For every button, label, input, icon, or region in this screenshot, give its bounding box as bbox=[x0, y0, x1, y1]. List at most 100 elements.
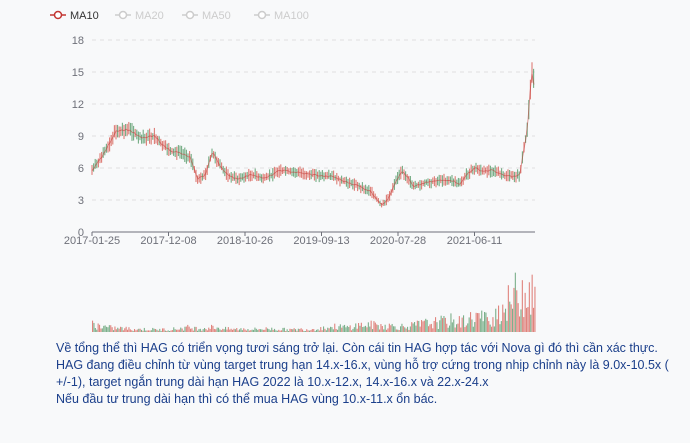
volume-bar bbox=[169, 331, 171, 332]
volume-bar bbox=[416, 320, 418, 332]
y-tick-label: 18 bbox=[72, 35, 84, 47]
volume-bar bbox=[176, 329, 178, 332]
volume-bar bbox=[520, 309, 522, 332]
volume-bar bbox=[366, 327, 368, 332]
volume-bar bbox=[162, 328, 164, 332]
volume-bar bbox=[526, 307, 528, 332]
volume-bar bbox=[198, 329, 200, 332]
volume-bar bbox=[419, 326, 421, 332]
legend-label: MA100 bbox=[274, 10, 309, 22]
volume-bar bbox=[155, 328, 157, 332]
volume-bar bbox=[353, 327, 355, 332]
volume-bar bbox=[323, 326, 325, 332]
volume-bar bbox=[432, 328, 434, 332]
volume-bar bbox=[477, 313, 479, 332]
volume-bar bbox=[192, 330, 194, 332]
volume-bar bbox=[383, 329, 385, 332]
volume-bar bbox=[376, 324, 378, 332]
volume-bar bbox=[495, 308, 497, 332]
volume-bar bbox=[300, 328, 302, 332]
volume-bar bbox=[345, 327, 347, 332]
volume-bar bbox=[386, 329, 388, 332]
stock-chart: MA10 MA20 MA50 MA100 0369121518 2017-01-25 2… bbox=[50, 10, 536, 332]
x-axis-ticks: 2017-01-25 2017-12-08 2018-10-26 2019-09-13… bbox=[64, 232, 502, 247]
y-tick-label: 12 bbox=[72, 99, 84, 111]
volume-bar bbox=[335, 328, 337, 332]
volume-bar bbox=[255, 328, 257, 332]
volume-bar bbox=[523, 317, 525, 332]
volume-bar bbox=[496, 319, 498, 332]
volume-bar bbox=[117, 327, 119, 332]
volume-bar bbox=[115, 329, 117, 332]
legend-item-ma50[interactable]: MA50 bbox=[182, 10, 231, 22]
legend-label: MA20 bbox=[135, 10, 164, 22]
volume-bar bbox=[342, 325, 344, 332]
volume-bar bbox=[374, 322, 376, 332]
volume-bar bbox=[474, 322, 476, 332]
volume-bar bbox=[278, 329, 280, 332]
volume-bar bbox=[93, 322, 95, 332]
volume-bar bbox=[178, 329, 180, 332]
volume-bar bbox=[407, 326, 409, 332]
volume-bar bbox=[530, 314, 532, 332]
volume-bar bbox=[519, 316, 521, 332]
volume-bar bbox=[470, 312, 472, 332]
volume-bar bbox=[108, 325, 110, 332]
volume-bar bbox=[303, 331, 305, 332]
legend-item-ma10[interactable]: MA10 bbox=[50, 10, 99, 22]
volume-bar bbox=[327, 327, 329, 332]
volume-bar bbox=[268, 329, 270, 332]
volume-bar bbox=[170, 330, 172, 332]
volume-bar bbox=[267, 328, 269, 332]
volume-bar bbox=[292, 329, 294, 332]
volume-bar bbox=[285, 331, 287, 332]
volume-bar bbox=[397, 329, 399, 332]
volume-bar bbox=[330, 326, 332, 332]
volume-bar bbox=[220, 330, 222, 332]
volume-bar bbox=[534, 286, 536, 332]
volume-bar bbox=[381, 326, 383, 332]
volume-bar bbox=[450, 313, 452, 332]
legend-item-ma20[interactable]: MA20 bbox=[115, 10, 164, 22]
volume-bar bbox=[233, 328, 235, 332]
volume-bar bbox=[524, 292, 526, 332]
volume-bar bbox=[248, 330, 250, 332]
volume-bars bbox=[92, 272, 536, 332]
volume-bar bbox=[390, 325, 392, 332]
volume-bar bbox=[423, 320, 425, 332]
volume-bar bbox=[110, 325, 112, 332]
volume-bar bbox=[199, 328, 201, 332]
volume-bar bbox=[260, 329, 262, 332]
volume-bar bbox=[365, 325, 367, 332]
legend-label: MA10 bbox=[70, 10, 99, 22]
volume-bar bbox=[226, 329, 228, 332]
legend-label: MA50 bbox=[202, 10, 231, 22]
volume-bar bbox=[153, 328, 155, 332]
legend-marker-icon bbox=[257, 10, 267, 20]
volume-bar bbox=[204, 327, 206, 332]
volume-bar bbox=[360, 322, 362, 332]
volume-bar bbox=[479, 318, 481, 332]
volume-bar bbox=[377, 325, 379, 332]
volume-bar bbox=[426, 319, 428, 332]
volume-bar bbox=[237, 330, 239, 332]
volume-bar bbox=[272, 329, 274, 332]
volume-bar bbox=[458, 316, 460, 332]
volume-bar bbox=[408, 329, 410, 332]
volume-bar bbox=[257, 329, 259, 332]
legend-item-ma100[interactable]: MA100 bbox=[254, 10, 309, 22]
caption-line-1: Về tổng thể thì HAG có triển vọng tươi s… bbox=[56, 341, 658, 355]
volume-bar bbox=[478, 313, 480, 332]
volume-bar bbox=[437, 328, 439, 332]
volume-bar bbox=[201, 330, 203, 332]
volume-bar bbox=[114, 326, 116, 332]
volume-bar bbox=[128, 327, 130, 332]
y-tick-label: 6 bbox=[78, 163, 84, 175]
x-tick-label: 2018-10-26 bbox=[217, 235, 273, 247]
x-tick-label: 2021-06-11 bbox=[447, 235, 502, 247]
volume-bar bbox=[225, 326, 227, 332]
volume-bar bbox=[491, 326, 493, 332]
volume-bar bbox=[513, 287, 515, 332]
volume-bar bbox=[253, 329, 255, 332]
volume-bar bbox=[467, 323, 469, 332]
